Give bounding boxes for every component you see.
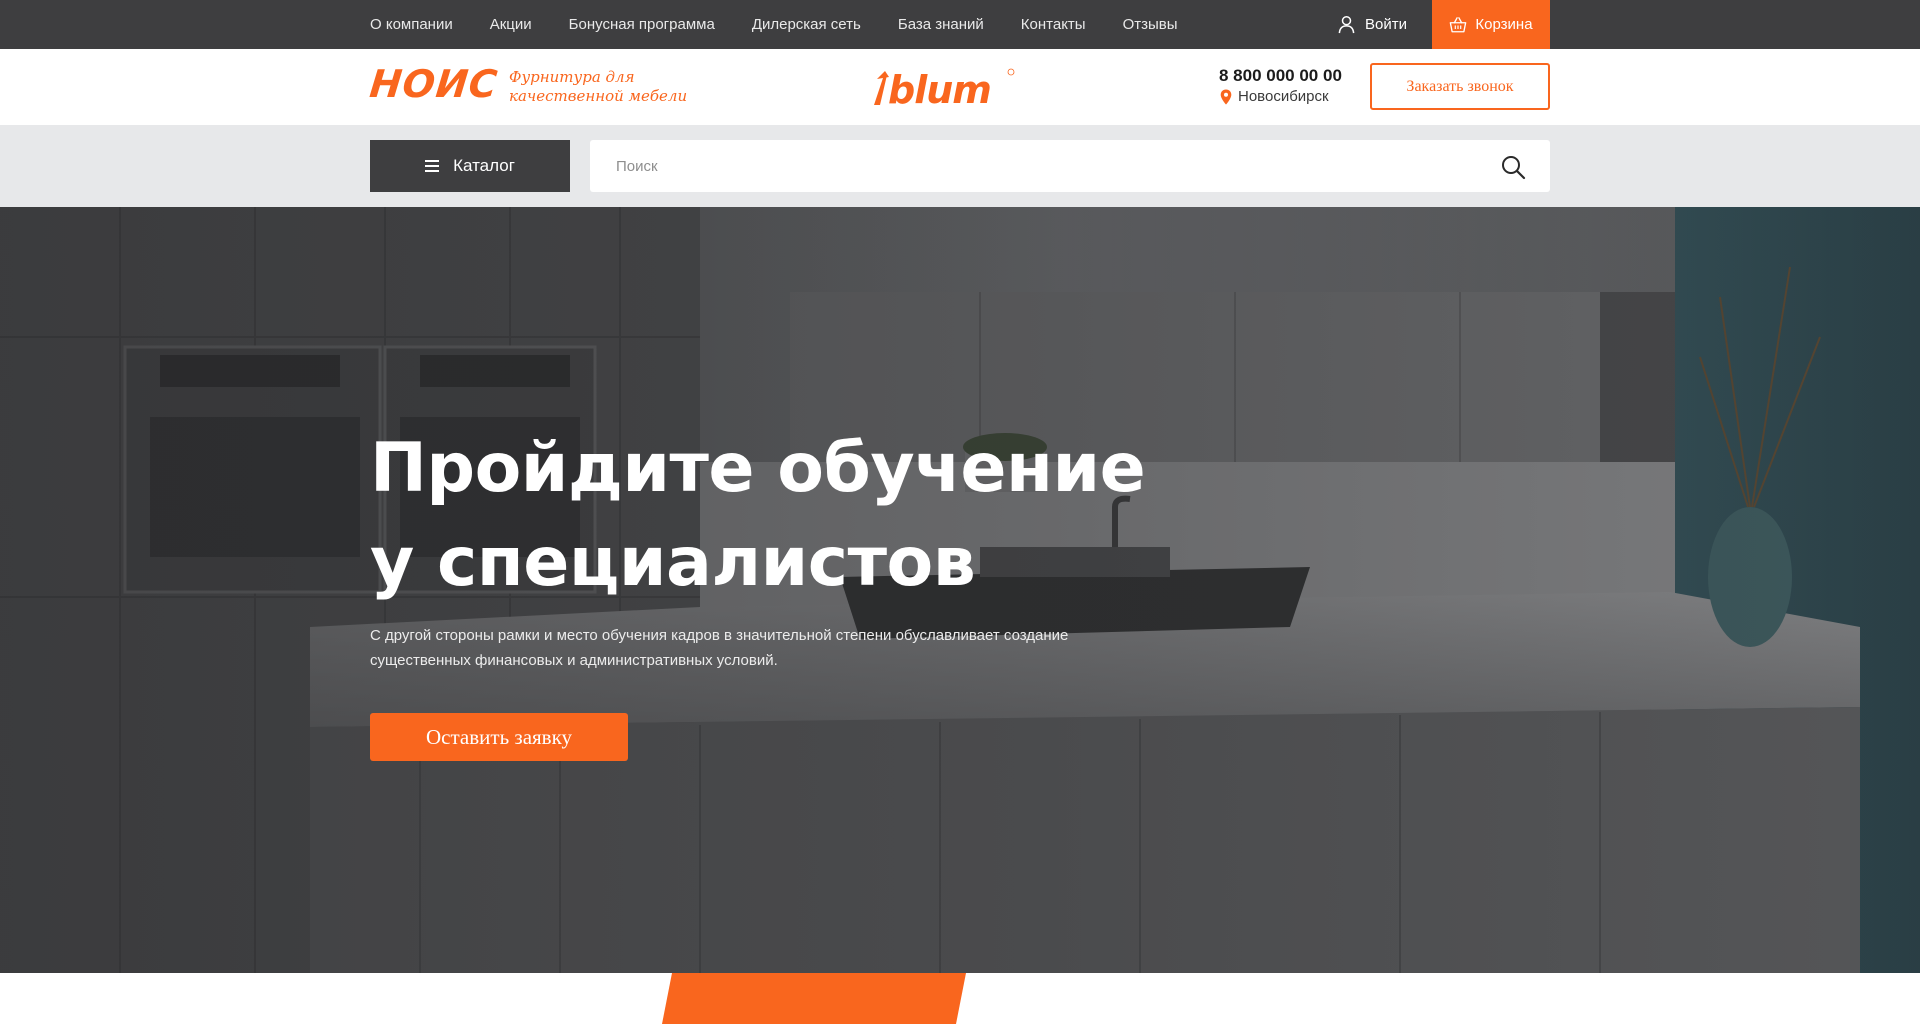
cart-label: Корзина <box>1475 16 1533 33</box>
search-icon[interactable] <box>1500 154 1526 180</box>
city-label: Новосибирск <box>1238 88 1329 105</box>
login-button[interactable]: Войти <box>1337 0 1407 49</box>
hero-description: С другой стороны рамки и место обучения … <box>370 627 1069 669</box>
nav-link-reviews[interactable]: Отзывы <box>1123 16 1178 33</box>
search-input[interactable] <box>590 140 1490 192</box>
map-pin-icon <box>1220 89 1232 104</box>
nav-link-contacts[interactable]: Контакты <box>1021 16 1086 33</box>
search-band: Каталог <box>0 125 1920 207</box>
basket-icon <box>1450 16 1467 32</box>
nav-link-knowledge-base[interactable]: База знаний <box>898 16 984 33</box>
site-logo[interactable]: НОИС <box>368 62 500 106</box>
blum-brand-logo: blum <box>874 68 1015 109</box>
nav-link-about[interactable]: О компании <box>370 16 453 33</box>
hero-title-line-1: Пройдите обучение <box>370 429 1146 508</box>
catalog-label: Каталог <box>453 156 515 175</box>
nav-link-dealer-network[interactable]: Дилерская сеть <box>752 16 861 33</box>
hero-banner: Пройдите обучение у специалистов С друго… <box>0 207 1920 973</box>
top-nav: О компании Акции Бонусная программа Диле… <box>370 0 1178 49</box>
hero-title: Пройдите обучение у специалистов <box>370 422 1170 610</box>
catalog-button[interactable]: Каталог <box>370 140 570 192</box>
top-bar: О компании Акции Бонусная программа Диле… <box>0 0 1920 49</box>
orange-accent-shape <box>662 973 966 1024</box>
svg-text:blum: blum <box>888 68 991 109</box>
login-label: Войти <box>1365 16 1407 33</box>
cart-button[interactable]: Корзина <box>1432 0 1550 49</box>
menu-icon <box>425 160 440 172</box>
header: НОИС Фурнитура для качественной мебели b… <box>0 49 1920 125</box>
nav-link-promotions[interactable]: Акции <box>490 16 532 33</box>
logo-tagline: Фурнитура для качественной мебели <box>509 68 688 105</box>
city-selector[interactable]: Новосибирск <box>1220 88 1329 105</box>
page: О компании Акции Бонусная программа Диле… <box>0 0 1920 1024</box>
hero-title-line-2: у специалистов <box>370 523 976 602</box>
callback-button[interactable]: Заказать звонок <box>1370 63 1550 110</box>
nav-link-bonus-program[interactable]: Бонусная программа <box>569 16 715 33</box>
search-box <box>590 140 1550 192</box>
phone-number[interactable]: 8 800 000 00 00 <box>1219 66 1342 86</box>
user-icon <box>1338 15 1355 34</box>
submit-request-button[interactable]: Оставить заявку <box>370 713 628 761</box>
